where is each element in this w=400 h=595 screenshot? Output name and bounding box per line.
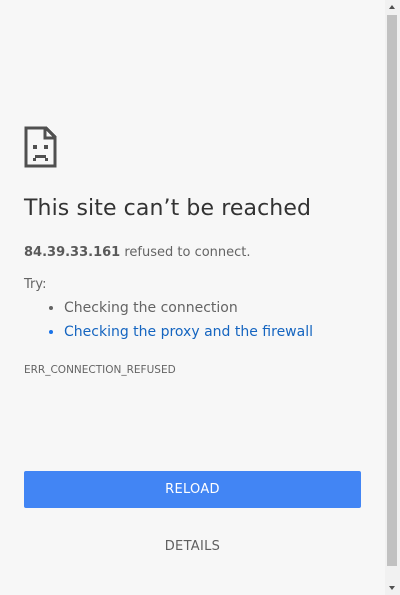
vertical-scrollbar[interactable]: [385, 0, 400, 595]
sad-page-icon: [24, 126, 57, 168]
suggestion-check-proxy-link[interactable]: Checking the proxy and the firewall: [64, 320, 313, 344]
host-address: 84.39.33.161: [24, 245, 121, 260]
error-summary: 84.39.33.161 refused to connect.: [24, 245, 251, 260]
try-label: Try:: [24, 277, 47, 292]
summary-text: refused to connect.: [120, 245, 251, 260]
page-title: This site can’t be reached: [24, 196, 312, 221]
suggestion-check-proxy-label[interactable]: Checking the proxy and the firewall: [64, 324, 313, 340]
scrollbar-thumb[interactable]: [387, 15, 397, 566]
scroll-down-arrow-icon[interactable]: [385, 580, 400, 595]
error-code: ERR_CONNECTION_REFUSED: [24, 364, 176, 376]
reload-button[interactable]: Reload: [24, 471, 361, 508]
scroll-up-arrow-icon[interactable]: [385, 0, 400, 15]
suggestions-list: Checking the connection Checking the pro…: [24, 296, 313, 344]
details-button[interactable]: Details: [24, 528, 361, 565]
error-page: This site can’t be reached 84.39.33.161 …: [0, 0, 400, 595]
suggestion-check-connection: Checking the connection: [64, 296, 313, 320]
